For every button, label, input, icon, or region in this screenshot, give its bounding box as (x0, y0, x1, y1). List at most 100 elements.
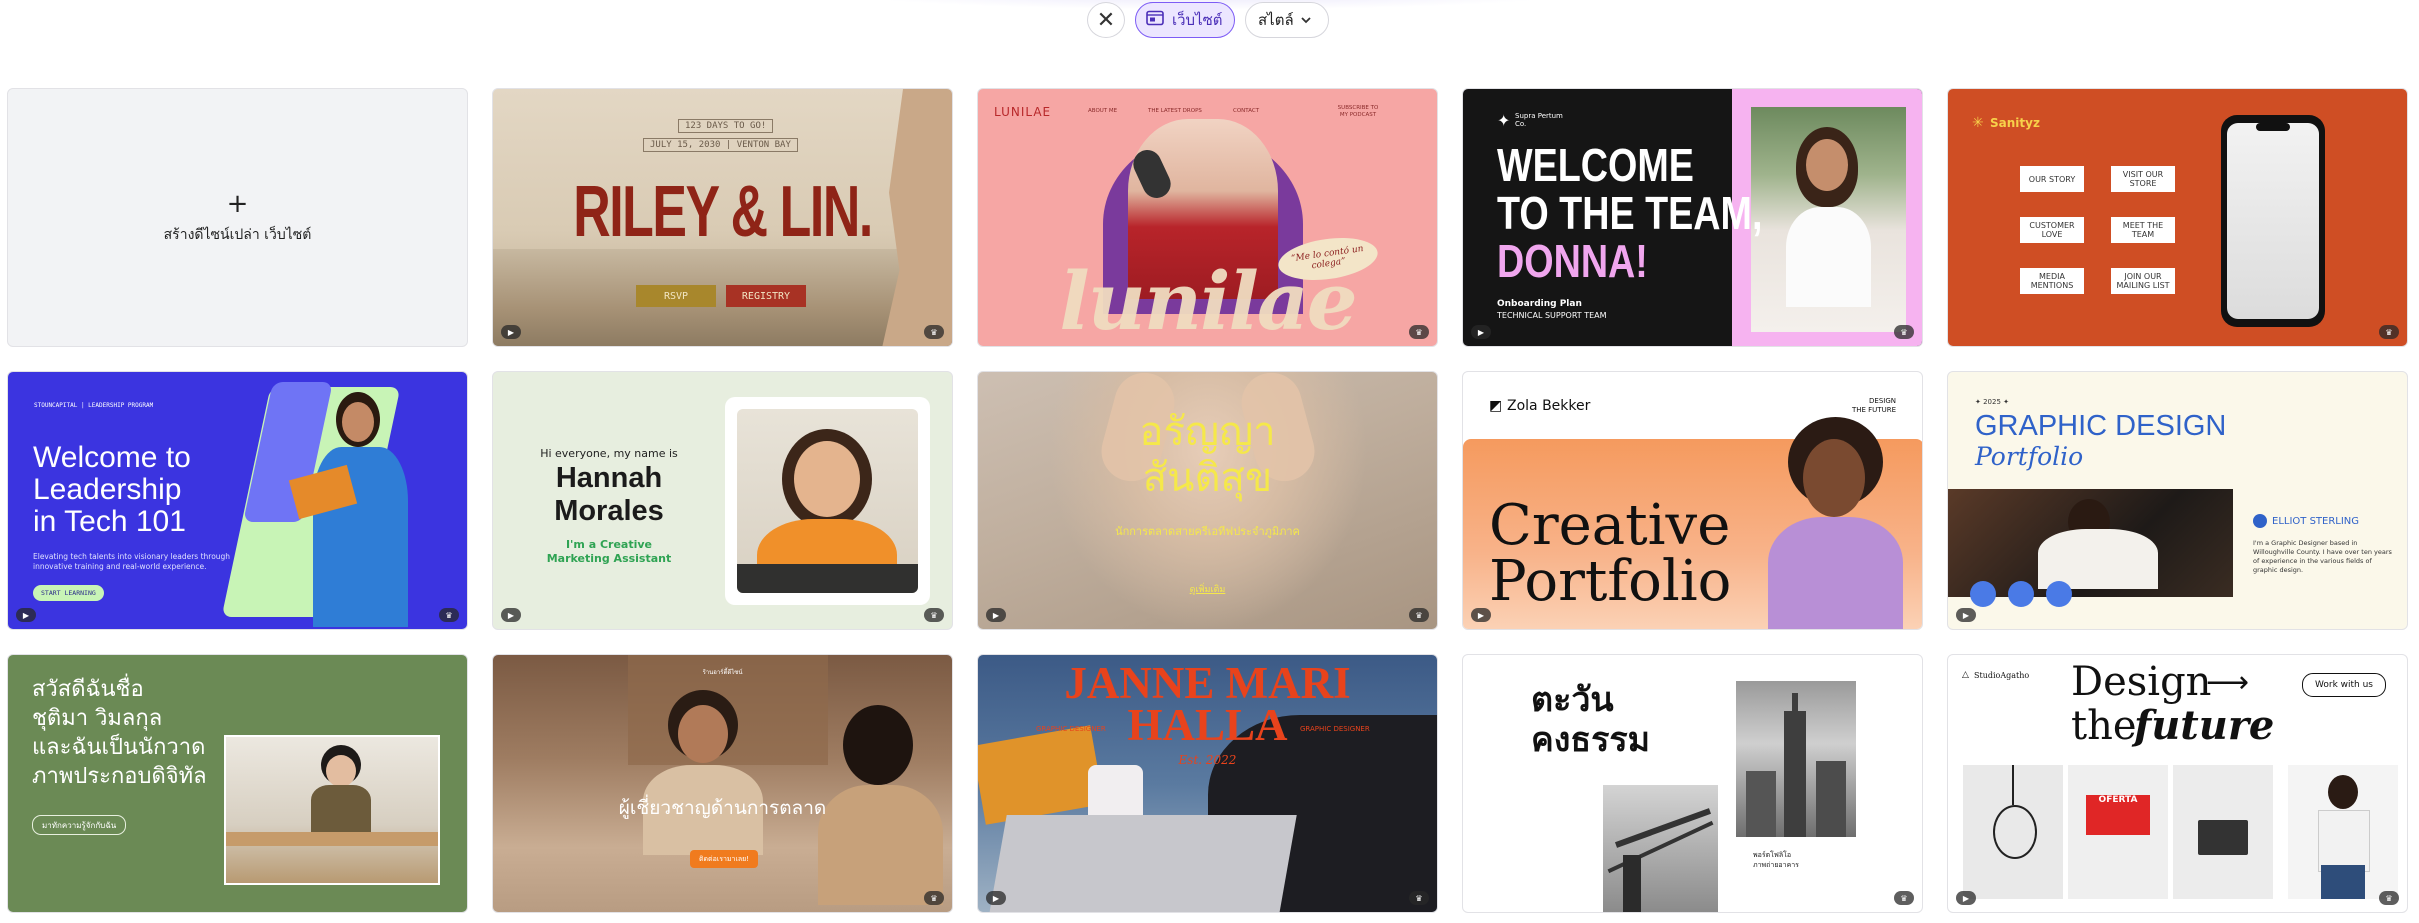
brand-name: Supra Pertum Co. (1515, 112, 1563, 128)
person-avatar-icon (2253, 514, 2267, 528)
thai-subtitle: นักการตลาดสายครีเอทีฟประจำภูมิภาค (1115, 525, 1300, 538)
role-left: GRAPHIC DESIGNER (1036, 725, 1106, 733)
template-graphic-design[interactable]: ✦ 2025 ✦ GRAPHIC DESIGN Portfolio ELLIOT… (1947, 371, 2408, 630)
crown-icon: ♛ (1409, 608, 1429, 622)
photo-frame (725, 397, 930, 605)
template-welcome-donna[interactable]: ✦ Supra Pertum Co. WELCOME TO THE TEAM, … (1462, 88, 1923, 347)
work-with-us-button: Work with us (2302, 673, 2386, 697)
template-marketing-expert[interactable]: ร้านอาร์ตี้ดีไซน์ ผู้เชี่ยวชาญด้านการตลา… (492, 654, 953, 913)
nav-about: ABOUT ME (1088, 108, 1118, 114)
crown-icon: ♛ (2379, 325, 2399, 339)
zola-logo-icon: ◩ (1489, 398, 1503, 414)
template-thai-marketer[interactable]: อรัญญา สันติสุข นักการตลาดสายครีเอทีฟประ… (977, 371, 1438, 630)
days-to-go: 123 DAYS TO GO! (678, 119, 774, 133)
wedding-date: JULY 15, 2030 | VENTON BAY (643, 138, 798, 152)
template-janne-mari-halla[interactable]: JANNE MARI HALLA GRAPHIC DESIGNER GRAPHI… (977, 654, 1438, 913)
play-icon: ▶ (501, 608, 521, 622)
template-leadership-tech[interactable]: STOUNCAPITAL | LEADERSHIP PROGRAM Welcom… (7, 371, 468, 630)
design-tag2: THE FUTURE (1851, 406, 1896, 414)
janne-line1: JANNE MARI (1064, 658, 1351, 708)
play-icon: ▶ (16, 608, 36, 622)
chevron-down-icon (1300, 11, 1312, 29)
template-zola-bekker[interactable]: ◩ Zola Bekker DESIGN THE FUTURE Creative… (1462, 371, 1923, 630)
template-lunilae[interactable]: LUNILAE ABOUT ME THE LATEST DROPS CONTAC… (977, 88, 1438, 347)
start-learning-button: START LEARNING (33, 585, 104, 601)
laptop-photo (2173, 765, 2273, 899)
template-grid: + สร้างดีไซน์เปล่า เว็บไซต์ 123 DAYS TO … (7, 88, 2408, 913)
intro-line2: ชุติมา วิมลกุล (32, 706, 163, 731)
website-filter-chip[interactable]: เว็บไซต์ (1135, 2, 1235, 38)
crown-icon: ♛ (1409, 325, 1429, 339)
nav-subscribe: SUBSCRIBE TO MY PODCAST (1337, 105, 1379, 118)
get-to-know-button: มาทักความรู้จักกับฉัน (32, 815, 127, 835)
leadership-title1: Welcome to (33, 441, 191, 474)
team-name: TECHNICAL SUPPORT TEAM (1497, 311, 1607, 320)
see-more-link: ดูเพิ่มเติม (1189, 585, 1226, 595)
clear-filter-button[interactable]: ✕ (1087, 2, 1125, 38)
couple-title: RILEY & LIN. (573, 172, 873, 252)
template-hannah-morales[interactable]: Hi everyone, my name is Hannah Morales I… (492, 371, 953, 630)
studio-brand: StudioAgatho (1974, 671, 2030, 680)
zola-photo (1763, 417, 1903, 629)
customer-love-button: CUSTOMER LOVE (2020, 217, 2084, 243)
registry-button: REGISTRY (726, 285, 806, 307)
future-word: future (2134, 702, 2275, 749)
tawan-line1: ตะวัน (1531, 680, 1614, 720)
template-thai-illustrator[interactable]: สวัสดีฉันชื่อ ชุติมา วิมลกุล และฉันเป็นน… (7, 654, 468, 913)
lunilae-script: lunilae (1059, 254, 1357, 347)
style-filter-label: สไตล์ (1258, 11, 1294, 29)
create-blank-card[interactable]: + สร้างดีไซน์เปล่า เว็บไซต์ (7, 88, 468, 347)
crown-icon: ♛ (1894, 891, 1914, 905)
plus-icon: + (226, 189, 249, 219)
designer-name: ELLIOT STERLING (2272, 516, 2360, 527)
skyline-photo (1736, 681, 1856, 837)
offer-sign: OFERTA (2086, 795, 2150, 835)
welcome-line2: TO THE TEAM, (1497, 187, 1763, 239)
leader-photo (288, 392, 428, 627)
hannah-photo (737, 409, 918, 593)
meet-team-button: MEET THE TEAM (2111, 217, 2175, 243)
crown-icon: ♛ (1409, 891, 1429, 905)
lamp-photo (1963, 765, 2063, 899)
the-word: the (2071, 703, 2137, 749)
template-riley-lin[interactable]: 123 DAYS TO GO! JULY 15, 2030 | VENTON B… (492, 88, 953, 347)
template-sanityz[interactable]: ✳ Sanityz OUR STORY VISIT OUR STORE CUST… (1947, 88, 2408, 347)
program-label: STOUNCAPITAL | LEADERSHIP PROGRAM (34, 402, 154, 409)
media-mentions-button: MEDIA MENTIONS (2020, 268, 2084, 294)
established-year: Est. 2022 (1178, 753, 1237, 767)
website-filter-label: เว็บไซต์ (1172, 11, 1223, 29)
rsvp-button: RSVP (636, 285, 716, 307)
zola-brand: Zola Bekker (1507, 398, 1591, 414)
crown-icon: ♛ (924, 325, 944, 339)
portfolio-title: Portfolio (1489, 549, 1732, 614)
role-right: GRAPHIC DESIGNER (1300, 725, 1370, 733)
graphic-title: GRAPHIC DESIGN (1975, 410, 2227, 442)
sea-photo (493, 249, 952, 346)
name-first: Hannah (555, 462, 663, 494)
shop-name: ร้านอาร์ตี้ดีไซน์ (702, 669, 743, 676)
crown-icon: ♛ (2379, 891, 2399, 905)
caption-line2: ภาพถ่ายอาคาร (1753, 861, 1799, 869)
crown-icon: ♛ (924, 608, 944, 622)
template-tawan-architecture[interactable]: ตะวัน คงธรรม พอร์ตโฟลิโอ ภาพถ่ายอาคาร ♛ (1462, 654, 1923, 913)
play-icon: ▶ (1471, 325, 1491, 339)
nav-contact: CONTACT (1233, 108, 1260, 114)
illustrator-photo-frame (224, 735, 440, 885)
intro-line4: ภาพประกอบดิจิทัล (32, 764, 207, 789)
create-blank-label: สร้างดีไซน์เปล่า เว็บไซต์ (163, 227, 312, 243)
filter-bar: ✕ เว็บไซต์ สไตล์ (0, 0, 2419, 40)
studio-logo-icon: △ (1962, 670, 1969, 680)
portfolio-subtitle: Portfolio (1975, 442, 2084, 471)
style-filter-dropdown[interactable]: สไตล์ (1245, 2, 1329, 38)
leadership-desc: Elevating tech talents into visionary le… (33, 552, 231, 571)
template-studio-agatho[interactable]: △ StudioAgatho Design the future ⟶ Work … (1947, 654, 2408, 913)
design-tag1: DESIGN (1869, 397, 1896, 405)
designer-bio: I'm a Graphic Designer based in Willough… (2253, 539, 2392, 574)
role-line1: I'm a Creative (565, 538, 653, 551)
welcome-name: DONNA! (1497, 235, 1648, 287)
leadership-title3: in Tech 101 (33, 505, 186, 538)
play-icon: ▶ (501, 325, 521, 339)
sanityz-star-icon: ✳ (1972, 115, 1984, 131)
welcome-line1: WELCOME (1497, 139, 1694, 191)
thai-name-line1: อรัญญา (1139, 409, 1276, 455)
